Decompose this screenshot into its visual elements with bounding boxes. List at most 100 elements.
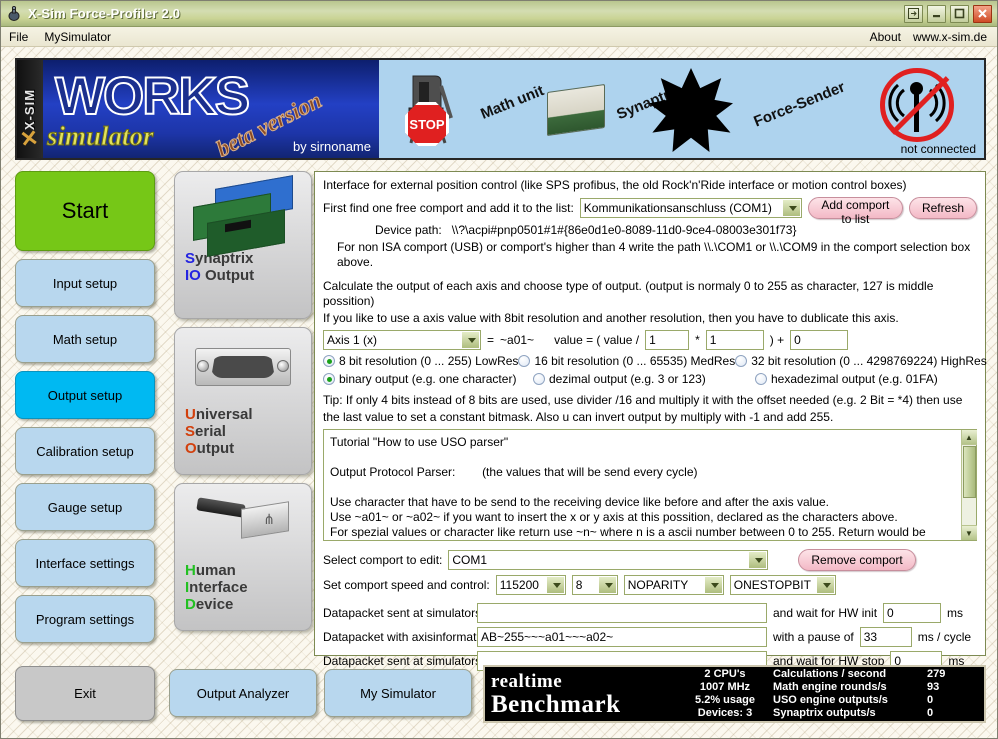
device-panel-hid[interactable]: ⋔ Human Interface Device xyxy=(174,483,312,631)
radio-dot-icon xyxy=(323,355,335,367)
radio-decimal-output[interactable]: dezimal output (e.g. 3 or 123) xyxy=(533,372,755,386)
restore-icon[interactable] xyxy=(904,4,923,23)
window-title: X-Sim Force-Profiler 2.0 xyxy=(28,6,181,21)
menu-website[interactable]: www.x-sim.de xyxy=(913,30,987,44)
packet-stop-label: Datapacket sent at simulatorstop: xyxy=(323,654,502,668)
device-panel-synaptrix[interactable]: Synaptrix IO Output xyxy=(174,171,312,319)
select-comport-row: Select comport to edit: COM1 Remove comp… xyxy=(323,549,977,571)
axis-select[interactable]: Axis 1 (x) xyxy=(323,330,481,350)
window-controls xyxy=(904,4,997,23)
benchmark-cpu-stats: 2 CPU's 1007 MHz 5.2% usage Devices: 3 xyxy=(677,668,773,720)
minimize-icon[interactable] xyxy=(927,4,946,23)
device-path-label: Device path: xyxy=(375,223,442,237)
non-isa-note: For non ISA comport (USB) or comport's h… xyxy=(337,240,971,269)
comport-select[interactable]: Kommunikationsanschluss (COM1) xyxy=(579,198,802,218)
sidebar-item-gauge-setup[interactable]: Gauge setup xyxy=(15,483,155,531)
force-sender-label: Force-Sender xyxy=(751,78,848,131)
stop-sign-label: STOP xyxy=(409,116,445,132)
output-setup-panel: Interface for external position control … xyxy=(314,171,987,671)
radio-16bit[interactable]: 16 bit resolution (0 ... 65535) MedRes xyxy=(518,354,735,368)
refresh-button[interactable]: Refresh xyxy=(908,197,977,219)
device-initial: S xyxy=(185,250,196,267)
offset-input[interactable] xyxy=(790,330,849,350)
device-label-hid: Human Interface Device xyxy=(185,562,248,613)
tutorial-textarea[interactable]: Tutorial "How to use USO parser" Output … xyxy=(323,429,977,541)
application-window: X-Sim Force-Profiler 2.0 File MySimulato… xyxy=(0,0,998,739)
benchmark-cpu-mhz: 1007 MHz xyxy=(699,681,751,693)
not-connected-antenna-icon xyxy=(880,68,954,142)
parity-select[interactable]: NOPARITY xyxy=(623,575,724,595)
my-simulator-button[interactable]: My Simulator xyxy=(324,669,472,717)
device-path-value: \\?\acpi#pnp0501#1#{86e0d1e0-8089-11d0-9… xyxy=(451,223,797,237)
benchmark-metric-values: 279 93 0 0 xyxy=(927,668,946,719)
scroll-up-icon[interactable]: ▲ xyxy=(961,430,977,445)
device-panel-uso[interactable]: Universal Serial Output xyxy=(174,327,312,475)
packet-start-input[interactable] xyxy=(477,603,767,623)
divider-input[interactable] xyxy=(645,330,690,350)
benchmark-logo: realtime Benchmark xyxy=(491,672,677,717)
stopbits-select[interactable]: ONESTOPBIT xyxy=(729,575,836,595)
remove-comport-button[interactable]: Remove comport xyxy=(798,549,916,571)
sidebar-item-start[interactable]: Start xyxy=(15,171,155,251)
benchmark-panel: realtime Benchmark 2 CPU's 1007 MHz 5.2%… xyxy=(483,665,986,723)
calc-line-2: If you like to use a axis value with 8bi… xyxy=(323,311,899,325)
radio-dot-icon xyxy=(533,373,545,385)
calc-line-1: Calculate the output of each axis and ch… xyxy=(323,279,934,308)
databits-select[interactable]: 8 xyxy=(571,575,618,595)
packet-axis-input[interactable] xyxy=(477,627,767,647)
comport-find-row: First find one free comport and add it t… xyxy=(323,197,977,226)
tip-line-1: Tip: If only 4 bits instead of 8 bits ar… xyxy=(323,393,963,407)
sidebar-item-calibration-setup[interactable]: Calibration setup xyxy=(15,427,155,475)
tutorial-scrollbar[interactable]: ▲ ▼ xyxy=(961,430,977,540)
benchmark-device-count: Devices: 3 xyxy=(697,707,753,719)
pause-input[interactable] xyxy=(859,627,912,647)
tip-line-2: the last value to set a constant bitmask… xyxy=(323,410,834,424)
starburst-icon xyxy=(649,68,733,152)
radio-dot-icon xyxy=(735,355,748,367)
menu-mysimulator[interactable]: MySimulator xyxy=(36,28,119,46)
multiplier-input[interactable] xyxy=(705,330,764,350)
scroll-down-icon[interactable]: ▼ xyxy=(961,525,977,540)
pcb-board-icon xyxy=(175,172,311,257)
scrollbar-thumb[interactable] xyxy=(962,446,976,498)
device-path-row: Device path: \\?\acpi#pnp0501#1#{86e0d1e… xyxy=(323,223,977,238)
select-comport-label: Select comport to edit: xyxy=(323,553,443,567)
axis-equals-sign: = xyxy=(487,333,495,347)
menu-file[interactable]: File xyxy=(1,28,36,46)
radio-hex-output[interactable]: hexadezimal output (e.g. 01FA) xyxy=(755,372,938,386)
not-connected-label: not connected xyxy=(900,142,976,156)
radio-dot-icon xyxy=(323,373,335,385)
sidebar-item-math-setup[interactable]: Math setup xyxy=(15,315,155,363)
radio-binary-output[interactable]: binary output (e.g. one character) xyxy=(323,372,533,386)
x-mark-icon: ✕ xyxy=(18,124,41,153)
add-comport-button[interactable]: Add comport to list xyxy=(807,197,903,226)
device-label-uso: Universal Serial Output xyxy=(185,406,253,457)
xsim-strip-label: X-SIM xyxy=(22,88,38,130)
maximize-icon[interactable] xyxy=(950,4,969,23)
baudrate-select[interactable]: 115200 xyxy=(495,575,566,595)
sidebar-item-interface-settings[interactable]: Interface settings xyxy=(15,539,155,587)
sidebar-item-program-settings[interactable]: Program settings xyxy=(15,595,155,643)
radio-8bit[interactable]: 8 bit resolution (0 ... 255) LowRes xyxy=(323,354,518,368)
stop-sign-icon: STOP xyxy=(405,102,449,146)
comport-find-label: First find one free comport and add it t… xyxy=(323,201,574,215)
sidebar-item-output-setup[interactable]: Output setup xyxy=(15,371,155,419)
edit-comport-select[interactable]: COM1 xyxy=(448,550,769,570)
exit-button[interactable]: Exit xyxy=(15,666,155,721)
banner-simulator-title: simulator xyxy=(47,121,155,152)
radio-32bit[interactable]: 32 bit resolution (0 ... 4298769224) Hig… xyxy=(735,354,987,368)
hw-init-input[interactable] xyxy=(883,603,942,623)
db9-serial-connector-icon xyxy=(175,328,311,406)
tutorial-text: Tutorial "How to use USO parser" Output … xyxy=(330,435,926,539)
output-analyzer-button[interactable]: Output Analyzer xyxy=(169,669,317,717)
menu-bar: File MySimulator About www.x-sim.de xyxy=(1,27,997,47)
menu-about[interactable]: About xyxy=(870,30,901,44)
sidebar-item-input-setup[interactable]: Input setup xyxy=(15,259,155,307)
packet-axis-row: Datapacket with axisinformations: with a… xyxy=(323,627,977,647)
math-unit-label: Math unit xyxy=(478,82,547,123)
device-panel-column: Synaptrix IO Output Universal Serial Out… xyxy=(174,171,312,639)
close-icon[interactable] xyxy=(973,4,992,23)
cpu-chip-icon xyxy=(547,83,605,137)
benchmark-logo-bottom: Benchmark xyxy=(491,690,621,718)
benchmark-cpu-usage: 5.2% usage xyxy=(695,694,755,706)
